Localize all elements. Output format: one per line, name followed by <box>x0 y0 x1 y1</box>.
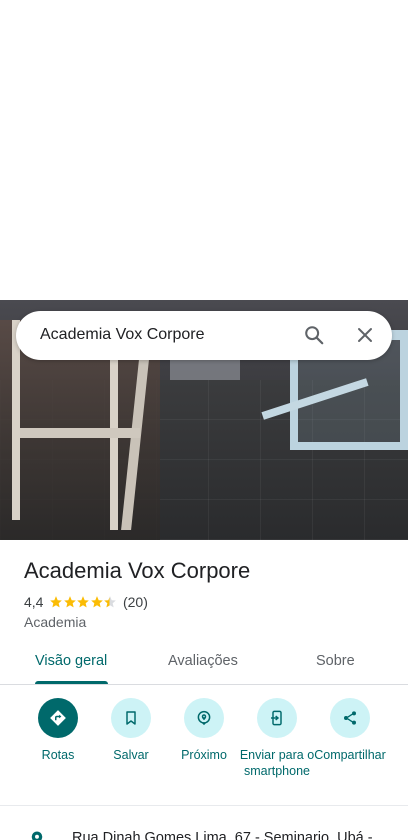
photo-bench <box>20 428 140 438</box>
nearby-icon <box>184 698 224 738</box>
search-input[interactable]: Academia Vox Corpore <box>40 326 205 344</box>
directions-icon <box>38 698 78 738</box>
save-button[interactable]: Salvar <box>91 698 171 763</box>
tab-active-indicator <box>35 681 108 684</box>
search-bar[interactable]: Academia Vox Corpore <box>16 311 392 360</box>
review-count: (20) <box>122 594 148 610</box>
star-half-icon <box>104 596 117 608</box>
section-divider <box>0 805 408 806</box>
close-icon[interactable] <box>353 323 377 347</box>
directions-button[interactable]: Rotas <box>18 698 98 763</box>
share-label: Compartilhar <box>314 748 386 762</box>
search-icon[interactable] <box>302 323 326 347</box>
address-row[interactable]: Rua Dinah Gomes Lima, 67 - Seminario, Ub… <box>0 820 408 840</box>
place-title: Academia Vox Corpore <box>24 558 251 583</box>
tab-about[interactable]: Sobre <box>316 653 355 669</box>
send-to-phone-icon <box>257 698 297 738</box>
rating-stars <box>49 595 117 609</box>
star-icon <box>91 596 103 608</box>
share-button[interactable]: Compartilhar <box>310 698 390 763</box>
nearby-label: Próximo <box>181 748 227 762</box>
star-icon <box>77 596 90 608</box>
location-pin-icon <box>31 831 43 840</box>
action-buttons: Rotas Salvar Próximo Enviar para o smart… <box>0 698 408 804</box>
star-icon <box>50 596 63 608</box>
address-text: Rua Dinah Gomes Lima, 67 - Seminario, Ub… <box>72 830 373 840</box>
send-to-phone-button[interactable]: Enviar para o smartphone <box>237 698 317 779</box>
photo-bar <box>12 320 20 520</box>
place-category: Academia <box>24 614 87 630</box>
save-label: Salvar <box>113 748 149 762</box>
bookmark-icon <box>111 698 151 738</box>
send-to-phone-label: Enviar para o smartphone <box>239 748 315 778</box>
tab-overview[interactable]: Visão geral <box>35 653 107 669</box>
star-icon <box>64 596 76 608</box>
directions-label: Rotas <box>41 748 75 762</box>
rating-value: 4,4 <box>24 594 44 610</box>
share-icon <box>330 698 370 738</box>
rating-row[interactable]: 4,4 (20) <box>24 593 148 611</box>
tab-reviews[interactable]: Avaliações <box>168 653 238 669</box>
nearby-button[interactable]: Próximo <box>164 698 244 763</box>
tab-bar: Visão geral Avaliações Sobre <box>0 641 408 685</box>
